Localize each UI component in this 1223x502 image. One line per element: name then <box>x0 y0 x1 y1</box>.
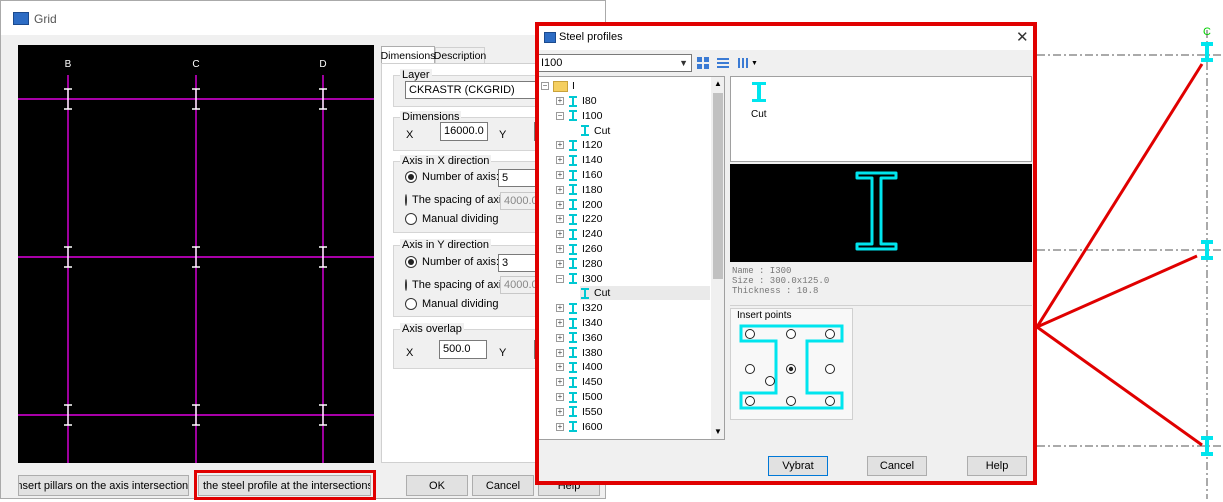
axis-y-number-radio[interactable]: Number of axis: <box>405 256 499 268</box>
axis-x-number-radio[interactable]: Number of axis: <box>405 171 499 183</box>
tab-description[interactable]: Description <box>433 47 487 64</box>
axis-x-manual-label: Manual dividing <box>422 213 499 225</box>
axis-y-number-label: Number of axis: <box>422 256 500 268</box>
layer-group-label: Layer <box>400 69 432 81</box>
axis-canvas-svg: C <box>1035 26 1223 499</box>
axis-canvas: C <box>1035 0 1223 499</box>
insert-steel-highlight <box>194 470 376 500</box>
radio-icon <box>405 213 417 225</box>
steel-profile-marker <box>1201 42 1213 62</box>
tab-dimensions[interactable]: Dimensions <box>381 46 435 64</box>
overlap-group-label: Axis overlap <box>400 323 464 335</box>
steel-dialog-highlight <box>535 22 1037 485</box>
axis-x-number-label: Number of axis: <box>422 171 500 183</box>
axis-y-group-label: Axis in Y direction <box>400 239 492 251</box>
layer-field[interactable]: CKRASTR (CKGRID) <box>405 81 541 99</box>
tab-description-label: Description <box>433 50 487 62</box>
insert-pillars-button[interactable]: Insert pillars on the axis intersections <box>18 475 189 496</box>
axis-label-c: C <box>192 59 199 70</box>
radio-icon <box>405 298 417 310</box>
radio-selected-icon <box>405 256 417 268</box>
dimensions-y-label: Y <box>499 129 507 141</box>
ok-button[interactable]: OK <box>406 475 468 496</box>
radio-icon <box>405 279 407 291</box>
cancel-button[interactable]: Cancel <box>472 475 534 496</box>
axis-y-manual-label: Manual dividing <box>422 298 499 310</box>
grid-preview-canvas[interactable]: B C D <box>18 45 374 463</box>
axis-x-spacing-radio[interactable]: The spacing of axis <box>405 194 501 206</box>
app-icon <box>13 12 29 25</box>
overlap-y-label: Y <box>499 347 507 359</box>
axis-x-spacing-label: The spacing of axis <box>412 194 501 206</box>
axis-y-spacing-label: The spacing of axis <box>412 279 501 291</box>
radio-icon <box>405 194 407 206</box>
pointer-arrow <box>1036 325 1203 447</box>
grid-title: Grid <box>34 12 57 26</box>
axis-label-d: D <box>319 59 326 70</box>
axis-y-spacing-radio[interactable]: The spacing of axis <box>405 279 501 291</box>
axis-label-c-right: C <box>1203 26 1211 38</box>
dimensions-x-field[interactable]: 16000.0 <box>440 122 488 141</box>
axis-label-b: B <box>65 59 72 70</box>
grid-preview-svg: B C D <box>18 59 374 463</box>
radio-selected-icon <box>405 171 417 183</box>
overlap-x-field[interactable]: 500.0 <box>439 340 487 359</box>
dimensions-x-label: X <box>406 129 414 141</box>
overlap-x-label: X <box>406 347 414 359</box>
grid-title-bar: Grid <box>1 1 605 35</box>
tab-dimensions-label: Dimensions <box>380 49 436 62</box>
axis-y-manual-radio[interactable]: Manual dividing <box>405 298 500 310</box>
pointer-arrow <box>1035 63 1204 328</box>
grid-dialog: Grid B C D Dimensions Description Layer … <box>0 0 606 500</box>
axis-x-manual-radio[interactable]: Manual dividing <box>405 213 498 225</box>
axis-x-group-label: Axis in X direction <box>400 155 492 167</box>
